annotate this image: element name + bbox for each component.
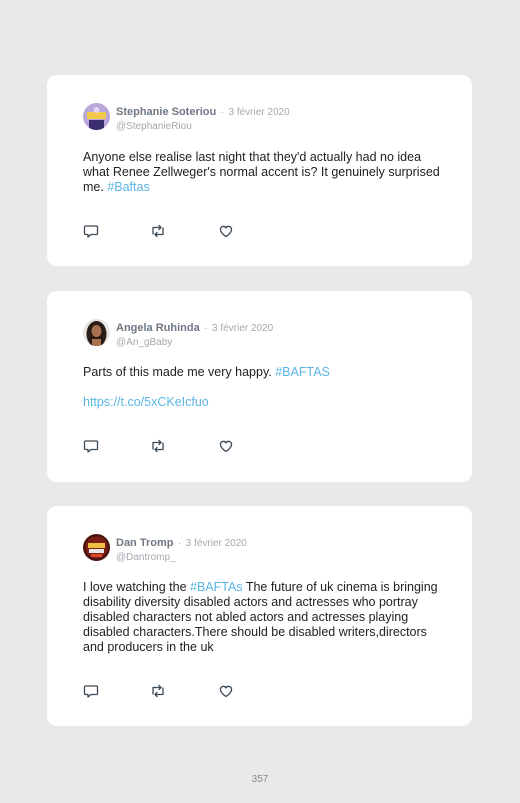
author-handle[interactable]: @StephanieRiou	[116, 120, 290, 133]
retweet-icon[interactable]	[150, 223, 166, 239]
author-name[interactable]: Dan Tromp	[116, 537, 173, 549]
tweet-card: Angela Ruhinda · 3 février 2020 @An_gBab…	[47, 291, 472, 482]
hashtag-link[interactable]: #BAFTAS	[275, 365, 330, 379]
author-handle[interactable]: @Dantromp_	[116, 551, 247, 564]
retweet-icon[interactable]	[150, 683, 166, 699]
heart-icon[interactable]	[218, 223, 234, 239]
tweet-header: Angela Ruhinda · 3 février 2020 @An_gBab…	[116, 320, 273, 349]
author-handle[interactable]: @An_gBaby	[116, 336, 273, 349]
hashtag-link[interactable]: #Baftas	[107, 180, 149, 194]
tweet-header: Dan Tromp · 3 février 2020 @Dantromp_	[116, 535, 247, 564]
tweet-date[interactable]: 3 février 2020	[186, 538, 247, 549]
tweet-date[interactable]: 3 février 2020	[229, 107, 290, 118]
separator: ·	[177, 538, 182, 549]
author-name[interactable]: Stephanie Soteriou	[116, 106, 216, 118]
retweet-icon[interactable]	[150, 438, 166, 454]
tweet-actions	[83, 438, 243, 454]
author-name[interactable]: Angela Ruhinda	[116, 322, 200, 334]
tweet-text-body: Parts of this made me very happy.	[83, 365, 276, 379]
tweet-text: Parts of this made me very happy. #BAFTA…	[83, 365, 443, 380]
tweet-actions	[83, 683, 243, 699]
reply-icon[interactable]	[83, 683, 99, 699]
avatar[interactable]	[83, 319, 110, 346]
avatar[interactable]	[83, 103, 110, 130]
url-link[interactable]: https://t.co/5xCKeIcfuo	[83, 395, 443, 410]
tweet-date[interactable]: 3 février 2020	[212, 323, 273, 334]
heart-icon[interactable]	[218, 438, 234, 454]
page-number: 357	[251, 774, 269, 785]
reply-icon[interactable]	[83, 223, 99, 239]
separator: ·	[220, 107, 225, 118]
avatar[interactable]	[83, 534, 110, 561]
tweet-text-body: I love watching the	[83, 580, 191, 594]
tweet-text: Anyone else realise last night that they…	[83, 150, 443, 195]
reply-icon[interactable]	[83, 438, 99, 454]
tweet-card: Stephanie Soteriou · 3 février 2020 @Ste…	[47, 75, 472, 266]
tweet-actions	[83, 223, 243, 239]
hashtag-link[interactable]: #BAFTAs	[190, 580, 243, 594]
tweet-header: Stephanie Soteriou · 3 février 2020 @Ste…	[116, 104, 290, 133]
tweet-text: I love watching the #BAFTAs The future o…	[83, 580, 443, 655]
tweet-card: Dan Tromp · 3 février 2020 @Dantromp_ I …	[47, 506, 472, 726]
heart-icon[interactable]	[218, 683, 234, 699]
separator: ·	[204, 323, 208, 334]
